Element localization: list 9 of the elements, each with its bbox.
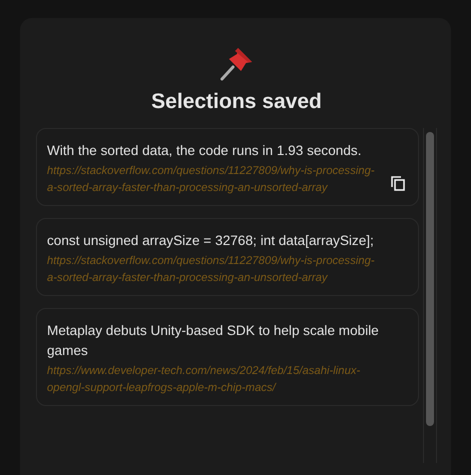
selection-card[interactable]: With the sorted data, the code runs in 1.93 seconds. https://stackoverflow.com/questions/11227809/why-is-processing-a-sorted-array-faster-than-processing-an-unsorted-array	[36, 128, 419, 206]
scrollbar-thumb[interactable]	[426, 132, 434, 426]
selection-card[interactable]: Metaplay debuts Unity-based SDK to help scale mobile games https://www.developer-tech.com/news/2024/feb/15/asahi-linux-opengl-support-leapfrogs-apple-m-chip-macs/	[36, 308, 419, 406]
copy-icon[interactable]	[390, 175, 406, 191]
selection-text: Metaplay debuts Unity-based SDK to help scale mobile games	[47, 322, 380, 360]
selection-text: const unsigned arraySize = 32768; int data[arraySize];	[47, 232, 375, 250]
panel-title: Selections saved	[150, 90, 323, 114]
selection-card[interactable]: const unsigned arraySize = 32768; int data[arraySize]; https://stackoverflow.com/questions/11227809/why-is-processing-a-sorted-array-faster-than-processing-an-unsorted-array	[36, 218, 419, 296]
selection-text: With the sorted data, the code runs in 1.93 seconds.	[47, 142, 362, 160]
